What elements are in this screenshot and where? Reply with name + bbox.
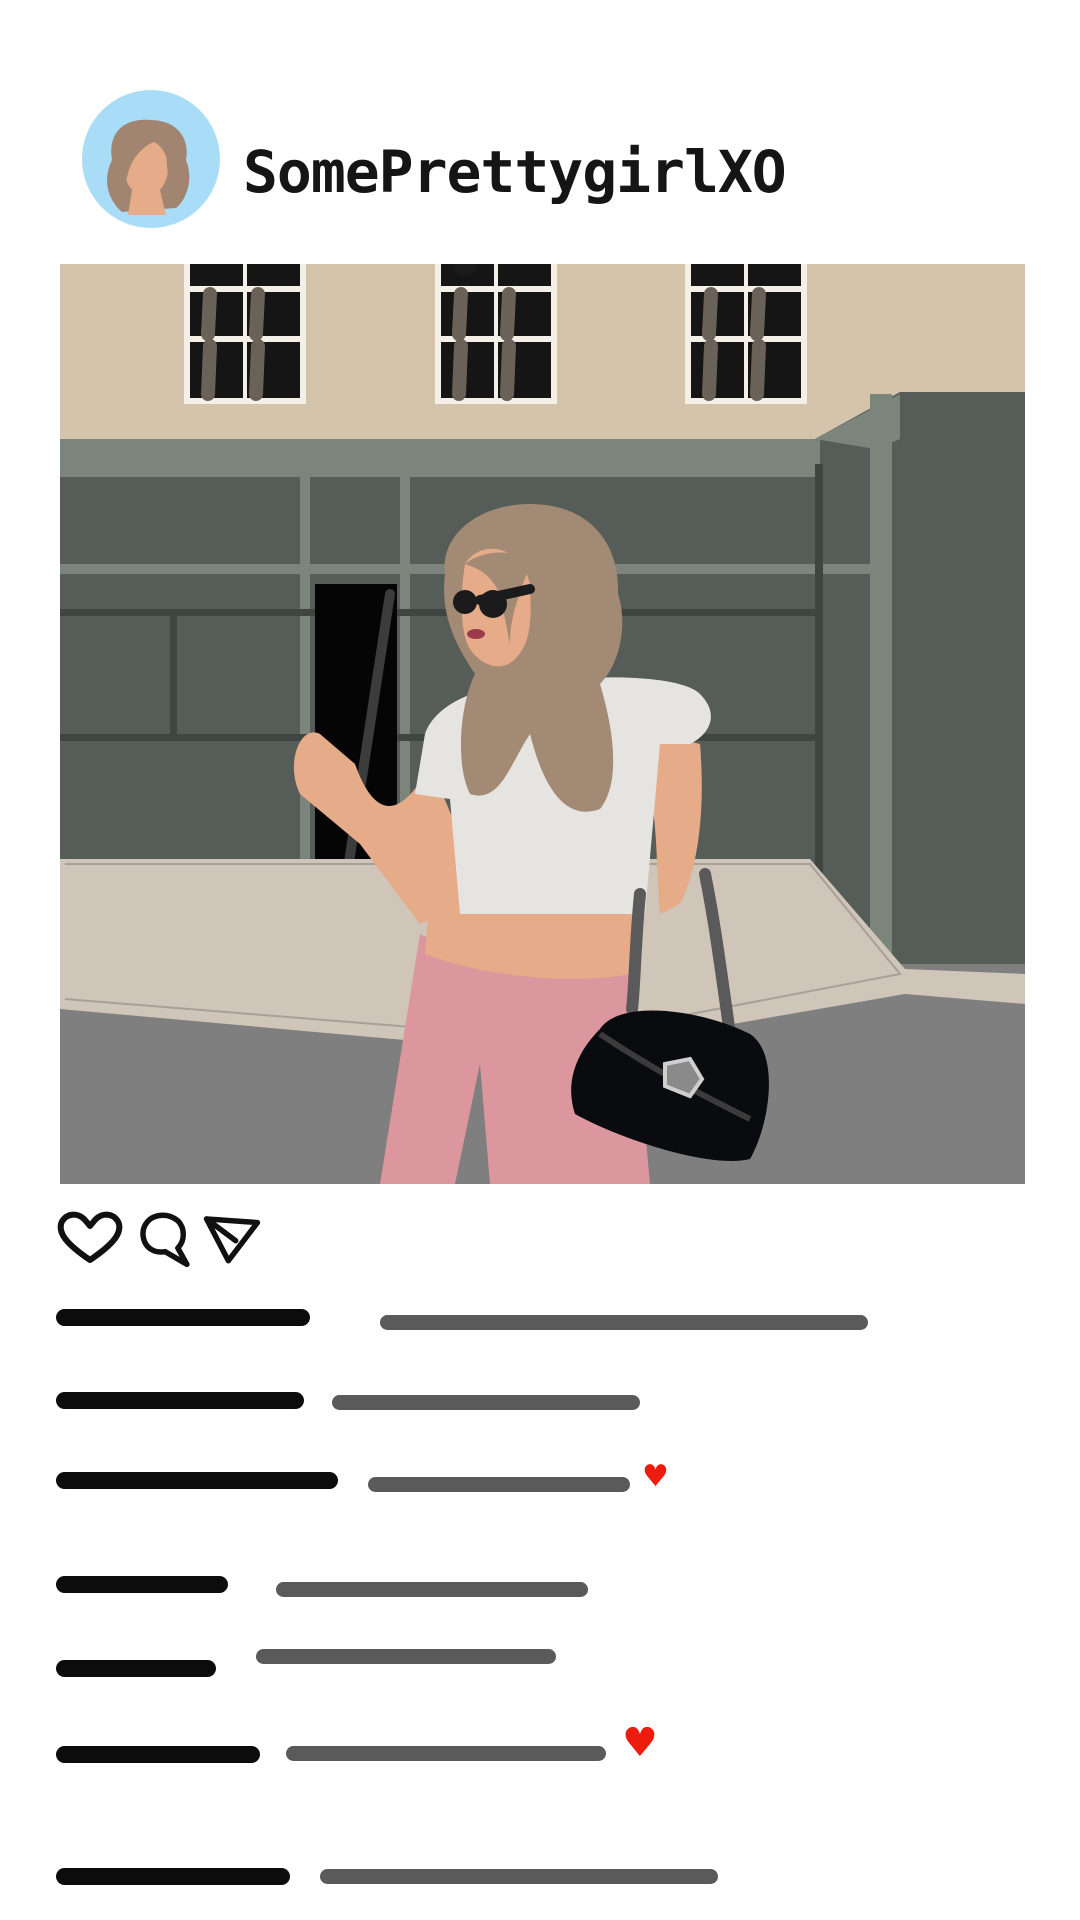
window-right — [685, 264, 807, 404]
heart-filled-icon[interactable]: ♥ — [642, 1462, 669, 1492]
comment-text-placeholder — [332, 1395, 640, 1410]
share-button[interactable] — [198, 1208, 266, 1268]
comment-row — [0, 1392, 1080, 1422]
comment-bubble-icon — [140, 1212, 190, 1268]
comment-row — [0, 1576, 1080, 1606]
comment-row — [0, 1649, 1080, 1690]
heart-filled-icon[interactable]: ♥ — [622, 1723, 658, 1763]
comment-row: ♥ — [0, 1462, 1080, 1502]
window-middle — [435, 264, 557, 404]
illustration — [60, 264, 1025, 1184]
post-image[interactable] — [60, 264, 1025, 1184]
post-header: SomePrettygirlXO — [0, 0, 1080, 260]
comment-text-placeholder — [320, 1869, 718, 1884]
comment-username-placeholder[interactable] — [56, 1746, 260, 1763]
comment-username-placeholder[interactable] — [56, 1660, 216, 1677]
window-left — [184, 264, 306, 404]
comment-text-placeholder — [276, 1582, 588, 1597]
comment-username-placeholder[interactable] — [56, 1392, 304, 1409]
comment-row: ♥ — [0, 1723, 1080, 1776]
comment-username-placeholder[interactable] — [56, 1472, 338, 1489]
heart-outline-icon — [57, 1211, 123, 1263]
avatar[interactable] — [82, 90, 220, 228]
comment-username-placeholder[interactable] — [56, 1576, 228, 1593]
username[interactable]: SomePrettygirlXO — [243, 138, 787, 206]
post-actions — [55, 1208, 315, 1276]
comment-username-placeholder[interactable] — [56, 1868, 290, 1885]
comment-text-placeholder — [380, 1315, 868, 1330]
comment-button[interactable] — [133, 1208, 199, 1268]
comment-text-placeholder — [286, 1746, 606, 1761]
comment-row — [0, 1868, 1080, 1898]
comment-row — [0, 1309, 1080, 1339]
avatar-image — [82, 90, 220, 228]
like-button[interactable] — [55, 1208, 125, 1268]
comment-text-placeholder — [256, 1649, 556, 1664]
send-paper-plane-icon — [203, 1216, 261, 1264]
comment-text-placeholder — [368, 1477, 630, 1492]
comment-username-placeholder[interactable] — [56, 1309, 310, 1326]
